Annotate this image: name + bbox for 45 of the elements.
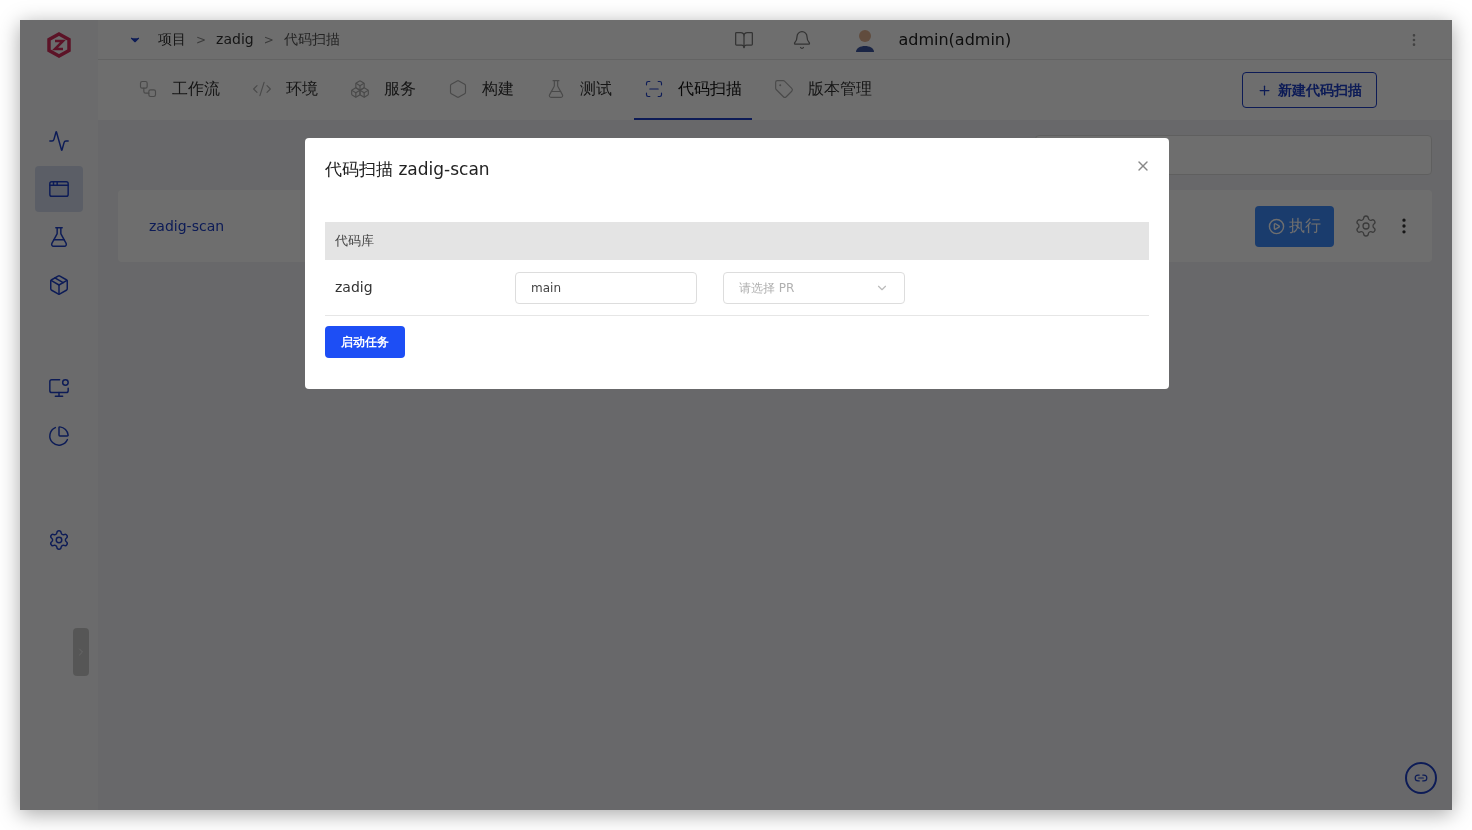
dialog-title: 代码扫描 zadig-scan: [325, 158, 490, 182]
hexagon-icon: [448, 79, 468, 99]
logo-icon: [46, 32, 72, 58]
package-icon: [48, 274, 70, 296]
pr-select[interactable]: 请选择 PR: [723, 271, 905, 304]
tab[interactable]: 服务: [340, 60, 426, 120]
flask-icon: [48, 226, 70, 248]
avatar-icon[interactable]: [854, 27, 877, 52]
breadcrumb-item[interactable]: 代码扫描: [283, 29, 340, 50]
tab[interactable]: 测试: [536, 60, 622, 120]
branch-input[interactable]: main: [515, 271, 697, 304]
tag-icon: [774, 79, 794, 99]
plus-icon: [1257, 82, 1272, 98]
breadcrumb-separator: >: [263, 31, 274, 49]
monitor-icon: [48, 377, 70, 399]
new-scan-button[interactable]: 新建代码扫描: [1242, 72, 1377, 108]
link-icon: [1414, 771, 1428, 785]
flask-icon: [546, 79, 566, 99]
breadcrumb-separator: >: [196, 31, 207, 49]
tab[interactable]: 工作流: [128, 60, 230, 120]
pulse-icon: [48, 130, 70, 152]
tab[interactable]: 环境: [242, 60, 328, 120]
section-title: 代码库: [335, 232, 374, 251]
gear-icon: [48, 529, 70, 551]
workflow-icon: [138, 79, 158, 99]
code-icon: [252, 79, 272, 99]
user-name[interactable]: admin(admin): [898, 27, 1012, 52]
scan-icon: [644, 79, 664, 99]
start-task-button[interactable]: 启动任务: [325, 326, 405, 358]
book-icon[interactable]: [734, 29, 755, 50]
tab[interactable]: 代码扫描: [634, 60, 752, 120]
tab[interactable]: 版本管理: [764, 60, 882, 120]
breadcrumb-item[interactable]: 项目: [158, 29, 186, 50]
cubes-icon: [350, 79, 370, 99]
run-button[interactable]: 执行: [1255, 205, 1334, 247]
play-icon: [1268, 217, 1285, 235]
bell-icon[interactable]: [792, 29, 813, 50]
sidebar-item[interactable]: [35, 166, 83, 212]
help-button[interactable]: [1405, 762, 1437, 794]
pie-chart-icon: [48, 425, 70, 447]
tab[interactable]: 构建: [438, 60, 524, 120]
repo-name: zadig: [335, 278, 374, 297]
window-icon: [48, 178, 70, 200]
scan-name[interactable]: zadig-scan: [149, 215, 225, 237]
breadcrumb-item[interactable]: zadig: [216, 29, 254, 50]
